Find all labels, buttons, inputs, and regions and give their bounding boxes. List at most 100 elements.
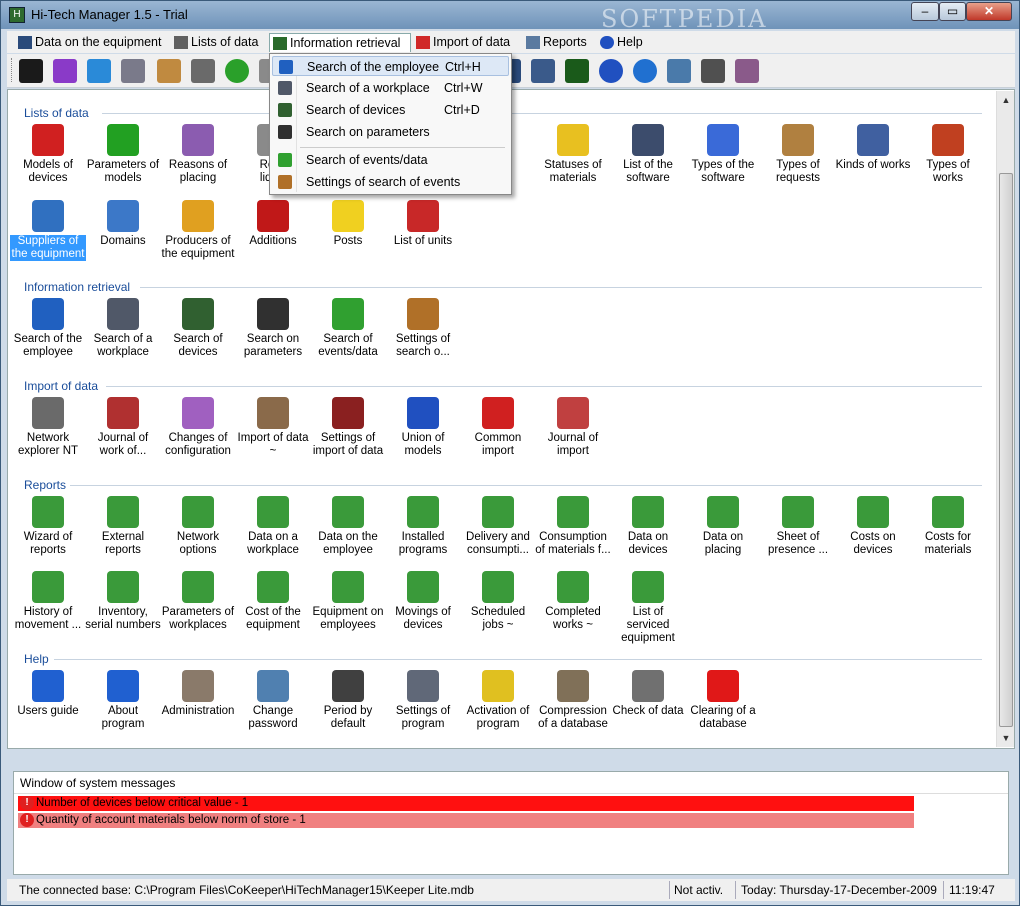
close-button[interactable]: ✕ bbox=[966, 2, 1012, 21]
icon-item-settings-of-program[interactable]: Settings of program bbox=[385, 670, 461, 731]
checkmark-icon[interactable] bbox=[225, 59, 249, 83]
icon-item-kinds-of-works[interactable]: Kinds of works bbox=[835, 124, 911, 172]
icon-item-settings-of-search-o[interactable]: Settings of search o... bbox=[385, 298, 461, 359]
icon-item-posts[interactable]: Posts bbox=[310, 200, 386, 248]
icon-item-list-of-serviced-equipment[interactable]: List of serviced equipment bbox=[610, 571, 686, 645]
icon-item-parameters-of-models[interactable]: Parameters of models bbox=[85, 124, 161, 185]
icon-item-costs-for-materials[interactable]: Costs for materials bbox=[910, 496, 986, 557]
icon-item-statuses-of-materials[interactable]: Statuses of materials bbox=[535, 124, 611, 185]
icon-item-journal-of-import[interactable]: Journal of import bbox=[535, 397, 611, 458]
icon-item-reasons-of-placing[interactable]: Reasons of placing bbox=[160, 124, 236, 185]
icon-item-cost-of-the-equipment[interactable]: Cost of the equipment bbox=[235, 571, 311, 632]
icon-item-installed-programs[interactable]: Installed programs bbox=[385, 496, 461, 557]
icon-item-inventory-serial-numbers[interactable]: Inventory, serial numbers bbox=[85, 571, 161, 632]
icon-item-compression-of-a-database[interactable]: Compression of a database bbox=[535, 670, 611, 731]
icon-item-data-on-devices[interactable]: Data on devices bbox=[610, 496, 686, 557]
icon-item-consumption-of-materials-f[interactable]: Consumption of materials f... bbox=[535, 496, 611, 557]
stamp-icon[interactable] bbox=[667, 59, 691, 83]
app-icon[interactable]: H bbox=[9, 7, 25, 23]
icon-item-completed-works[interactable]: Completed works ~ bbox=[535, 571, 611, 632]
icon-item-import-of-data[interactable]: Import of data ~ bbox=[235, 397, 311, 458]
cube-purple-icon[interactable] bbox=[53, 59, 77, 83]
icon-item-change-password[interactable]: Change password bbox=[235, 670, 311, 731]
icon-item-producers-of-the-equipment[interactable]: Producers of the equipment bbox=[160, 200, 236, 261]
info-icon[interactable] bbox=[633, 59, 657, 83]
icon-item-delivery-and-consumpti[interactable]: Delivery and consumpti... bbox=[460, 496, 536, 557]
icon-item-common-import[interactable]: Common import bbox=[460, 397, 536, 458]
icon-item-users-guide[interactable]: Users guide bbox=[10, 670, 86, 718]
icon-item-suppliers-of-the-equipment[interactable]: Suppliers of the equipment bbox=[10, 200, 86, 261]
binoculars-icon[interactable] bbox=[565, 59, 589, 83]
menu-import[interactable]: Import of data bbox=[413, 33, 516, 52]
dropdown-item-search-of-events-data[interactable]: Search of events/data bbox=[272, 150, 509, 170]
icon-item-external-reports[interactable]: External reports bbox=[85, 496, 161, 557]
icon-item-scheduled-jobs[interactable]: Scheduled jobs ~ bbox=[460, 571, 536, 632]
icon-item-history-of-movement[interactable]: History of movement ... bbox=[10, 571, 86, 632]
icon-item-domains[interactable]: Domains bbox=[85, 200, 161, 248]
help-icon[interactable] bbox=[599, 59, 623, 83]
icon-item-list-of-units[interactable]: List of units bbox=[385, 200, 461, 248]
mug-icon[interactable] bbox=[735, 59, 759, 83]
icon-item-parameters-of-workplaces[interactable]: Parameters of workplaces bbox=[160, 571, 236, 632]
icon-item-movings-of-devices[interactable]: Movings of devices bbox=[385, 571, 461, 632]
menu-lists[interactable]: Lists of data bbox=[171, 33, 264, 52]
icon-item-wizard-of-reports[interactable]: Wizard of reports bbox=[10, 496, 86, 557]
pencil-book-icon[interactable] bbox=[157, 59, 181, 83]
minimize-button[interactable]: ‒ bbox=[911, 2, 939, 21]
icon-item-activation-of-program[interactable]: Activation of program bbox=[460, 670, 536, 731]
tree-icon[interactable] bbox=[19, 59, 43, 83]
menu-info[interactable]: Information retrieval bbox=[269, 33, 411, 52]
dropdown-item-settings-of-search-of-events[interactable]: Settings of search of events bbox=[272, 172, 509, 192]
clipboard-icon[interactable] bbox=[191, 59, 215, 83]
icon-item-network-options[interactable]: Network options bbox=[160, 496, 236, 557]
icon-item-administration[interactable]: Administration bbox=[160, 670, 236, 718]
icon-item-search-on-parameters[interactable]: Search on parameters bbox=[235, 298, 311, 359]
menu-help[interactable]: Help bbox=[597, 33, 649, 52]
icon-item-period-by-default[interactable]: Period by default bbox=[310, 670, 386, 731]
icon-item-search-of-events-data[interactable]: Search of events/data bbox=[310, 298, 386, 359]
dropdown-item-search-of-a-workplace[interactable]: Search of a workplace Ctrl+W bbox=[272, 78, 509, 98]
scroll-up-arrow-icon[interactable]: ▲ bbox=[997, 91, 1015, 109]
computer-icon[interactable] bbox=[531, 59, 555, 83]
system-message-row[interactable]: ! Quantity of account materials below nor… bbox=[18, 813, 914, 828]
icon-item-check-of-data[interactable]: Check of data bbox=[610, 670, 686, 718]
doors-icon[interactable] bbox=[121, 59, 145, 83]
title-bar[interactable]: H Hi-Tech Manager 1.5 - Trial SOFTPEDIA … bbox=[1, 1, 1019, 33]
dropdown-item-search-of-devices[interactable]: Search of devices Ctrl+D bbox=[272, 100, 509, 120]
toolbar-grip[interactable] bbox=[11, 58, 14, 82]
icon-item-changes-of-configuration[interactable]: Changes of configuration bbox=[160, 397, 236, 458]
icon-item-costs-on-devices[interactable]: Costs on devices bbox=[835, 496, 911, 557]
magnifier-icon[interactable] bbox=[701, 59, 725, 83]
icon-item-equipment-on-employees[interactable]: Equipment on employees bbox=[310, 571, 386, 632]
icon-item-settings-of-import-of-data[interactable]: Settings of import of data bbox=[310, 397, 386, 458]
icon-item-union-of-models[interactable]: Union of models bbox=[385, 397, 461, 458]
icon-item-data-on-placing[interactable]: Data on placing bbox=[685, 496, 761, 557]
menu-reports[interactable]: Reports bbox=[523, 33, 593, 52]
icon-item-about-program[interactable]: About program bbox=[85, 670, 161, 731]
vertical-scrollbar[interactable]: ▲ ▼ bbox=[996, 91, 1014, 747]
icon-item-data-on-the-employee[interactable]: Data on the employee bbox=[310, 496, 386, 557]
icon-item-types-of-requests[interactable]: Types of requests bbox=[760, 124, 836, 185]
icon-item-types-of-works[interactable]: Types of works bbox=[910, 124, 986, 185]
icon-item-journal-of-work-of[interactable]: Journal of work of... bbox=[85, 397, 161, 458]
icon-item-search-of-devices[interactable]: Search of devices bbox=[160, 298, 236, 359]
icon-item-clearing-of-a-database[interactable]: Clearing of a database bbox=[685, 670, 761, 731]
info-icon bbox=[107, 670, 139, 702]
icon-item-search-of-a-workplace[interactable]: Search of a workplace bbox=[85, 298, 161, 359]
icon-item-types-of-the-software[interactable]: Types of the software bbox=[685, 124, 761, 185]
scroll-thumb[interactable] bbox=[999, 173, 1013, 727]
icon-item-list-of-the-software[interactable]: List of the software bbox=[610, 124, 686, 185]
dropdown-item-search-on-parameters[interactable]: Search on parameters bbox=[272, 122, 509, 142]
dropdown-item-search-of-the-employee[interactable]: Search of the employee Ctrl+H bbox=[272, 56, 509, 76]
menu-data-equipment[interactable]: Data on the equipment bbox=[15, 33, 167, 52]
scroll-down-arrow-icon[interactable]: ▼ bbox=[997, 729, 1015, 747]
maximize-button[interactable]: ▭ bbox=[939, 2, 966, 21]
icon-item-search-of-the-employee[interactable]: Search of the employee bbox=[10, 298, 86, 359]
system-message-row[interactable]: ! Number of devices below critical value … bbox=[18, 796, 914, 811]
icon-item-network-explorer-nt[interactable]: Network explorer NT bbox=[10, 397, 86, 458]
icon-item-data-on-a-workplace[interactable]: Data on a workplace bbox=[235, 496, 311, 557]
icon-item-sheet-of-presence[interactable]: Sheet of presence ... bbox=[760, 496, 836, 557]
icon-item-models-of-devices[interactable]: Models of devices bbox=[10, 124, 86, 185]
cube-blue-icon[interactable] bbox=[87, 59, 111, 83]
icon-item-additions[interactable]: Additions bbox=[235, 200, 311, 248]
